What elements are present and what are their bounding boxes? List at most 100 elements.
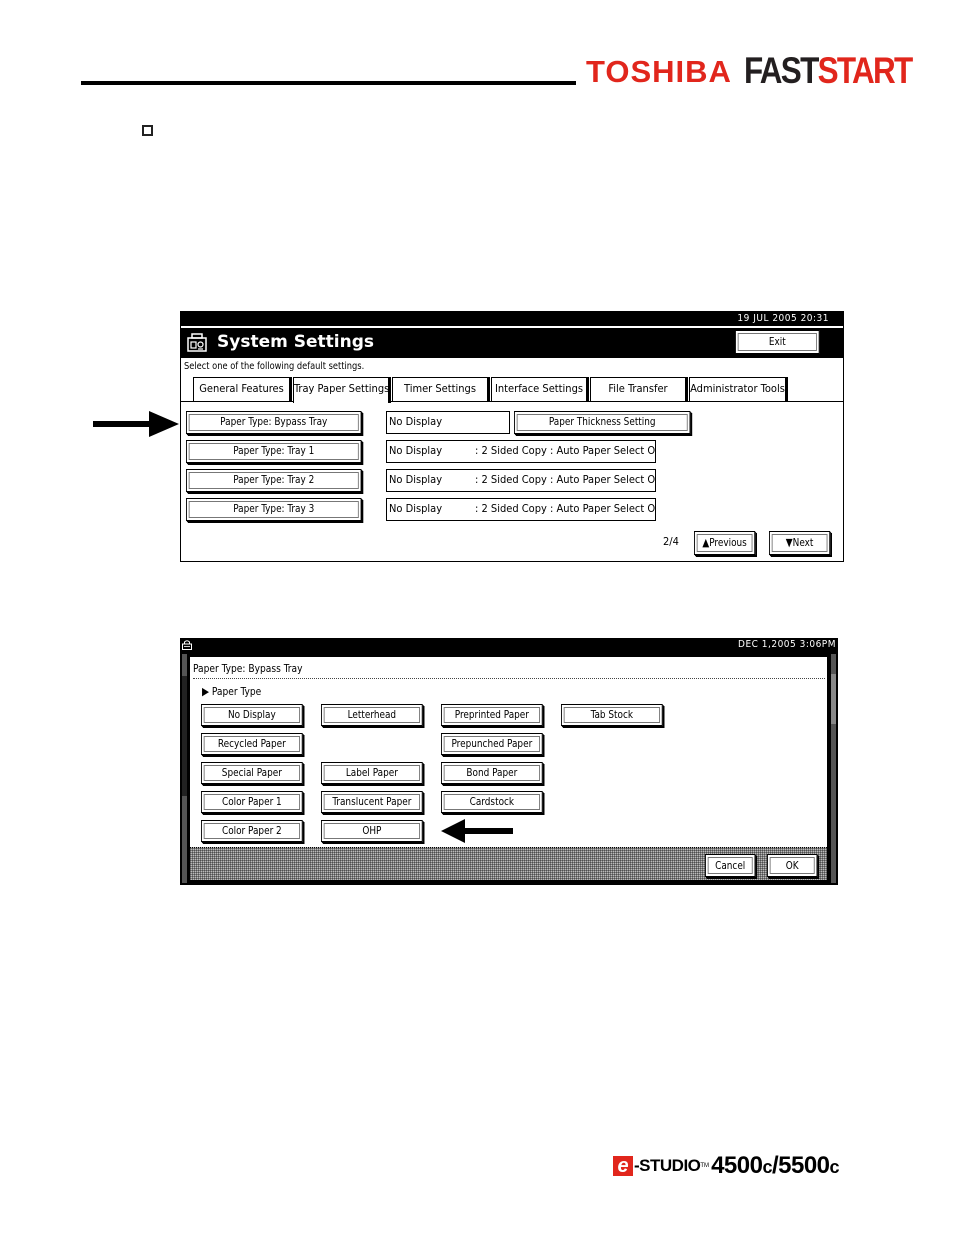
tab-interface-settings[interactable]: Interface Settings xyxy=(491,377,587,402)
paper-type-bypass-tray-button[interactable]: Paper Type: Bypass Tray xyxy=(186,411,362,434)
option-special-paper[interactable]: Special Paper xyxy=(201,762,303,784)
title-divider xyxy=(193,678,825,679)
left-arrow-icon xyxy=(441,819,513,843)
option-label: Preprinted Paper xyxy=(454,708,529,721)
header-rule xyxy=(81,81,576,85)
value-text: No Display xyxy=(389,473,443,486)
section-heading: ▶ Paper Type xyxy=(202,685,262,698)
button-label: Cancel xyxy=(715,859,746,872)
value-text: No Display xyxy=(389,502,443,515)
option-tab-stock[interactable]: Tab Stock xyxy=(561,704,663,726)
option-cardstock[interactable]: Cardstock xyxy=(441,791,543,813)
paper-type-tray-1-button[interactable]: Paper Type: Tray 1 xyxy=(186,440,362,463)
option-label: Recycled Paper xyxy=(217,737,286,750)
paper-thickness-setting-button[interactable]: Paper Thickness Setting xyxy=(514,411,691,434)
panel-title: Paper Type: Bypass Tray xyxy=(193,662,303,675)
system-settings-screen: 19 JUL 2005 20:31 System Settings Exit S… xyxy=(180,311,844,562)
tab-file-transfer[interactable]: File Transfer xyxy=(590,377,686,402)
option-label: No Display xyxy=(227,708,276,721)
cancel-button[interactable]: Cancel xyxy=(705,854,756,877)
left-scrollbar[interactable] xyxy=(182,654,187,883)
instruction-text: Select one of the following default sett… xyxy=(184,361,365,372)
product-start: START xyxy=(817,50,914,91)
option-translucent-paper[interactable]: Translucent Paper xyxy=(321,791,423,813)
option-label: Translucent Paper xyxy=(332,795,412,808)
e-badge: e xyxy=(613,1156,633,1176)
model-numbers: 4500c/5500c xyxy=(711,1152,839,1180)
tab-label: Administrator Tools xyxy=(690,382,785,395)
model-b-suffix: c xyxy=(829,1157,840,1177)
option-label: Bond Paper xyxy=(466,766,518,779)
tab-tray-paper-settings[interactable]: Tray Paper Settings xyxy=(293,377,389,403)
tab-timer-settings[interactable]: Timer Settings xyxy=(392,377,488,402)
option-label: Cardstock xyxy=(469,795,515,808)
model-b: 5500 xyxy=(778,1152,830,1179)
option-letterhead[interactable]: Letterhead xyxy=(321,704,423,726)
tray-3-value: No Display : 2 Sided Copy : Auto Paper Se… xyxy=(386,498,656,521)
tray-2-value: No Display : 2 Sided Copy : Auto Paper Se… xyxy=(386,469,656,492)
option-label: Tab Stock xyxy=(590,708,634,721)
button-label: Paper Type: Tray 1 xyxy=(233,444,315,457)
product-fast: FAST xyxy=(743,50,819,91)
option-color-paper-1[interactable]: Color Paper 1 xyxy=(201,791,303,813)
paper-type-tray-3-button[interactable]: Paper Type: Tray 3 xyxy=(186,498,362,521)
tab-divider xyxy=(181,401,843,402)
tab-label: File Transfer xyxy=(608,382,668,395)
model-a-suffix: c xyxy=(762,1157,772,1177)
right-arrow-icon xyxy=(93,411,179,437)
scrollbar-thumb[interactable] xyxy=(182,676,187,796)
tab-label: Interface Settings xyxy=(494,382,584,395)
tab-label: Timer Settings xyxy=(404,382,476,395)
brand-name: TOSHIBA xyxy=(586,54,732,89)
option-label: Color Paper 1 xyxy=(221,795,282,808)
tab-label: General Features xyxy=(199,382,284,395)
tab-administrator-tools[interactable]: Administrator Tools xyxy=(689,377,786,402)
value-detail: : 2 Sided Copy : Auto Paper Select On xyxy=(475,444,656,457)
option-label: OHP xyxy=(362,824,382,837)
paper-type-panel: Paper Type: Bypass Tray ▶ Paper Type No … xyxy=(188,655,829,882)
trademark: TM xyxy=(700,1163,710,1169)
screen-title: System Settings xyxy=(217,332,374,352)
previous-button[interactable]: ▲Previous xyxy=(694,531,756,555)
screen-datetime: 19 JUL 2005 20:31 xyxy=(181,312,843,326)
button-label: ▼Next xyxy=(785,536,814,549)
screen-datetime: DEC 1,2005 3:06PM xyxy=(738,639,836,650)
option-recycled-paper[interactable]: Recycled Paper xyxy=(201,733,303,755)
right-scrollbar[interactable] xyxy=(831,654,836,883)
option-no-display[interactable]: No Display xyxy=(201,704,303,726)
studio-text: -STUDIO xyxy=(634,1156,701,1175)
option-label-paper[interactable]: Label Paper xyxy=(321,762,423,784)
option-bond-paper[interactable]: Bond Paper xyxy=(441,762,543,784)
option-ohp[interactable]: OHP xyxy=(321,820,423,842)
button-label: Paper Type: Bypass Tray xyxy=(220,415,328,428)
toshiba-faststart-logo: TOSHIBA FASTSTART xyxy=(586,50,941,90)
option-label: Letterhead xyxy=(347,708,397,721)
option-prepunched-paper[interactable]: Prepunched Paper xyxy=(441,733,543,755)
value-text: No Display xyxy=(389,444,443,457)
exit-label: Exit xyxy=(768,335,786,348)
model-a: 4500 xyxy=(711,1152,763,1179)
value-detail: : 2 Sided Copy : Auto Paper Select On xyxy=(475,502,656,515)
option-label: Color Paper 2 xyxy=(221,824,282,837)
option-preprinted-paper[interactable]: Preprinted Paper xyxy=(441,704,543,726)
button-label: OK xyxy=(785,859,799,872)
page-indicator: 2/4 xyxy=(663,535,679,548)
product-name: FASTSTART xyxy=(743,50,914,91)
button-label: Paper Type: Tray 3 xyxy=(233,502,315,515)
button-label: Paper Type: Tray 2 xyxy=(233,473,315,486)
button-label: ▲Previous xyxy=(702,536,747,549)
next-button[interactable]: ▼Next xyxy=(769,531,831,555)
system-settings-icon xyxy=(187,333,207,352)
paper-type-bypass-screen: DEC 1,2005 3:06PM Paper Type: Bypass Tra… xyxy=(180,638,838,885)
value-detail: : 2 Sided Copy : Auto Paper Select On xyxy=(475,473,656,486)
option-label: Label Paper xyxy=(345,766,398,779)
tab-general-features[interactable]: General Features xyxy=(193,377,290,402)
paper-type-tray-2-button[interactable]: Paper Type: Tray 2 xyxy=(186,469,362,492)
ok-button[interactable]: OK xyxy=(767,854,818,877)
scrollbar-thumb[interactable] xyxy=(831,674,836,724)
exit-button[interactable]: Exit xyxy=(735,330,820,354)
e-studio-logo: e -STUDIO TM 4500c/5500c xyxy=(613,1150,840,1182)
option-color-paper-2[interactable]: Color Paper 2 xyxy=(201,820,303,842)
option-label: Special Paper xyxy=(221,766,282,779)
tab-label: Tray Paper Settings xyxy=(294,382,390,395)
